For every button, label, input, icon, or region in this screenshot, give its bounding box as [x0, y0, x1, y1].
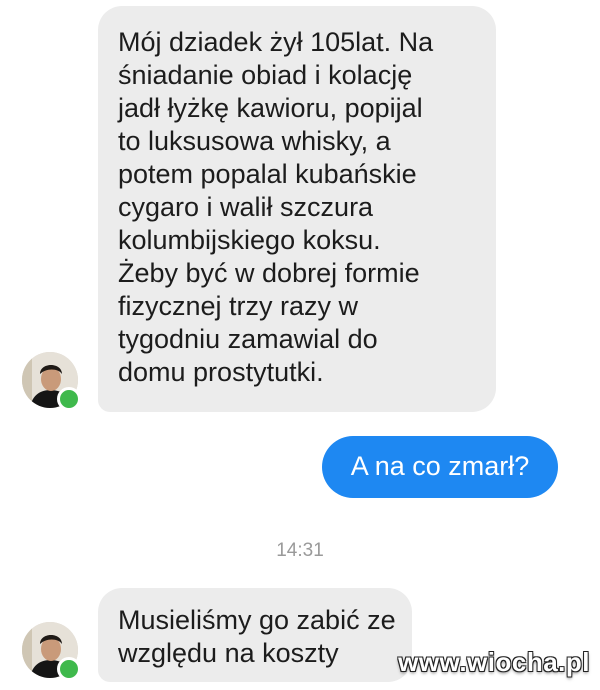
- contact-avatar[interactable]: [22, 622, 81, 681]
- incoming-message-bubble[interactable]: Musieliśmy go zabić ze względu na koszty: [98, 588, 412, 682]
- incoming-message-bubble[interactable]: Mój dziadek żył 105lat. Na śniadanie obi…: [98, 6, 496, 412]
- watermark: www.wiocha.pl: [398, 647, 590, 677]
- outgoing-message-bubble[interactable]: A na co zmarł?: [322, 436, 558, 498]
- message-timestamp: 14:31: [276, 540, 324, 561]
- online-status-dot: [57, 657, 81, 681]
- chat-thread: Mój dziadek żył 105lat. Na śniadanie obi…: [0, 0, 600, 690]
- online-status-dot: [57, 387, 81, 411]
- contact-avatar[interactable]: [22, 352, 81, 411]
